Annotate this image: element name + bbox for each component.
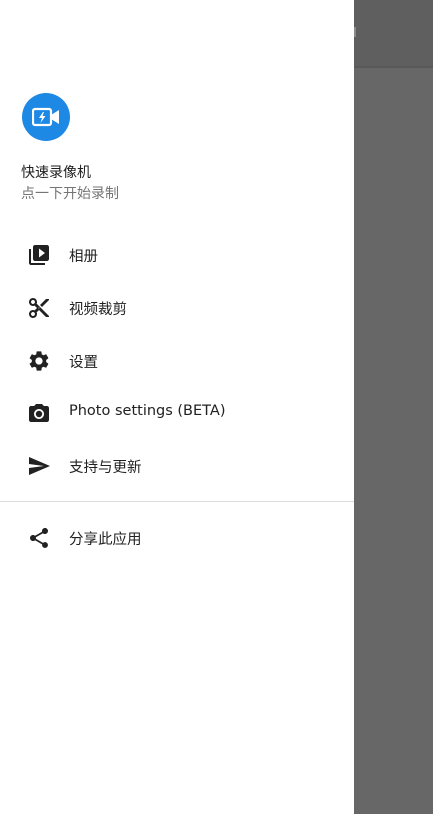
app-subtitle: 点一下开始录制 [21, 186, 119, 202]
menu-item-label: 设置 [69, 355, 98, 371]
share-icon [30, 528, 48, 548]
background-toolbar [354, 0, 433, 68]
menu-item-support[interactable]: 支持与更新 [0, 440, 354, 492]
app-name: 快速录像机 [21, 165, 91, 181]
menu-item-video-trim[interactable]: 视频裁剪 [0, 282, 354, 334]
video-camera-bolt-icon [32, 107, 59, 127]
background-toolbar-glyph [354, 27, 359, 37]
app-logo-icon [22, 93, 70, 141]
menu-item-label: Photo settings (BETA) [69, 403, 226, 419]
camera-icon [29, 404, 49, 422]
video-library-icon [29, 245, 49, 265]
menu-item-label: 视频裁剪 [69, 302, 127, 318]
menu-item-share-app[interactable]: 分享此应用 [0, 512, 354, 564]
drawer-scrim[interactable] [354, 0, 433, 814]
drawer-header: 快速录像机 点一下开始录制 [0, 0, 354, 220]
gear-icon [29, 351, 49, 371]
menu-item-label: 分享此应用 [69, 532, 142, 548]
menu-item-gallery[interactable]: 相册 [0, 229, 354, 281]
menu-item-settings[interactable]: 设置 [0, 335, 354, 387]
send-icon [29, 457, 50, 475]
navigation-drawer: 快速录像机 点一下开始录制 相册 视频裁剪 设置 Photo settings … [0, 0, 354, 814]
menu-item-label: 相册 [69, 249, 98, 265]
menu-divider [0, 501, 354, 502]
screen: 快速录像机 点一下开始录制 相册 视频裁剪 设置 Photo settings … [0, 0, 433, 814]
menu-item-label: 支持与更新 [69, 460, 142, 476]
scissors-icon [29, 298, 49, 318]
menu-item-photo-settings[interactable]: Photo settings (BETA) [0, 387, 354, 439]
